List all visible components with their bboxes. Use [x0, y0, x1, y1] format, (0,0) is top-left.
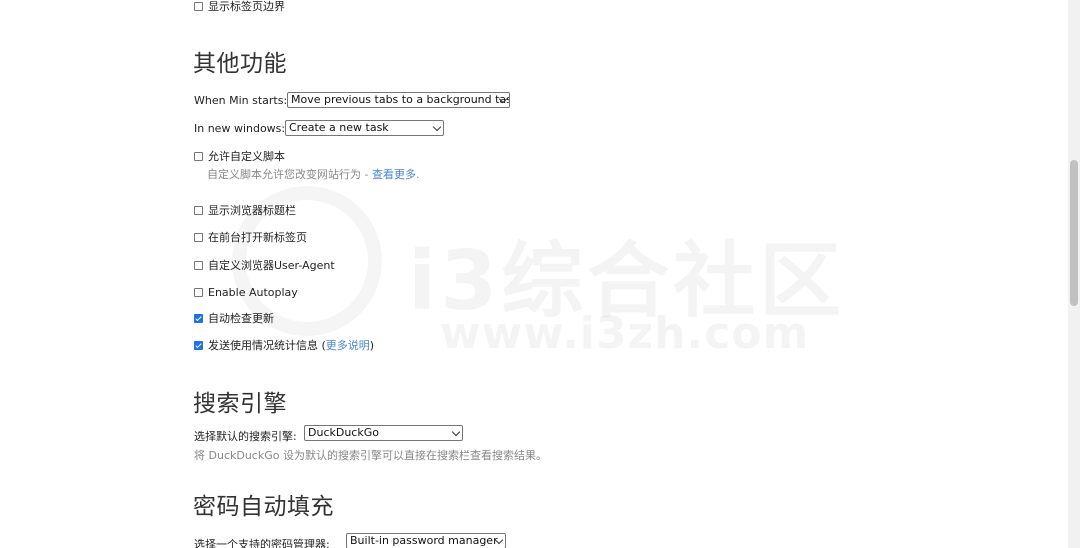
checkbox-box[interactable]: [194, 340, 203, 350]
checkbox-label: 自动检查更新: [208, 312, 274, 325]
checkbox-label: 在前台打开新标签页: [208, 231, 307, 244]
checkbox-box[interactable]: [194, 260, 203, 270]
checkbox-label-end: ): [369, 338, 375, 352]
description-end: .: [415, 168, 420, 181]
checkbox-label: 发送使用情况统计信息 (: [208, 339, 326, 352]
more-info-link[interactable]: 更多说明: [326, 337, 370, 353]
section-heading-search-engine: 搜索引擎: [193, 391, 287, 417]
custom-user-agent-checkbox[interactable]: 自定义浏览器User-Agent: [194, 257, 335, 273]
password-manager-select-value: Built-in password manager: [350, 534, 498, 547]
show-tab-borders-checkbox[interactable]: 显示标签页边界: [194, 0, 285, 14]
enable-autoplay-checkbox[interactable]: Enable Autoplay: [194, 284, 298, 300]
watermark-title: i3综合社区: [408, 214, 845, 333]
scrollbar-thumb[interactable]: [1070, 160, 1078, 306]
startup-label: When Min starts:: [194, 94, 288, 107]
password-manager-select[interactable]: Built-in password manager: [346, 533, 506, 548]
checkbox-box[interactable]: [194, 205, 203, 215]
new-window-label: In new windows:: [194, 122, 286, 135]
custom-script-description: 自定义脚本允许您改变网站行为 - 查看更多.: [207, 166, 419, 182]
chevron-down-icon: [451, 427, 461, 437]
search-engine-label: 选择默认的搜索引擎:: [194, 430, 297, 443]
vertical-scrollbar[interactable]: [1068, 0, 1080, 548]
learn-more-link[interactable]: 查看更多: [372, 168, 416, 181]
checkbox-label: 显示标签页边界: [208, 0, 285, 13]
description-text: 自定义脚本允许您改变网站行为 -: [207, 168, 372, 181]
checkbox-box[interactable]: [194, 287, 203, 297]
checkbox-box[interactable]: [194, 151, 203, 161]
new-window-select[interactable]: Create a new task: [285, 120, 444, 136]
auto-update-checkbox[interactable]: 自动检查更新: [194, 310, 274, 326]
checkbox-box[interactable]: [194, 1, 203, 11]
search-engine-select-value: DuckDuckGo: [308, 426, 379, 439]
checkbox-label: Enable Autoplay: [208, 285, 298, 299]
checkbox-label: 允许自定义脚本: [208, 150, 285, 163]
search-engine-description: 将 DuckDuckGo 设为默认的搜索引擎可以直接在搜索栏查看搜索结果。: [194, 449, 547, 462]
password-manager-label: 选择一个支持的密码管理器:: [194, 538, 330, 548]
section-heading-password-autofill: 密码自动填充: [193, 494, 334, 520]
section-heading-other-features: 其他功能: [193, 51, 287, 77]
chevron-down-icon: [432, 122, 442, 132]
checkbox-box[interactable]: [194, 313, 203, 323]
search-engine-select[interactable]: DuckDuckGo: [304, 425, 463, 441]
show-title-bar-checkbox[interactable]: 显示浏览器标题栏: [194, 202, 296, 218]
watermark-url: www.i3zh.com: [440, 308, 809, 359]
settings-page: i3综合社区 www.i3zh.com 显示标签页边界 其他功能 When Mi…: [0, 0, 1080, 548]
checkbox-label: 自定义浏览器User-Agent: [208, 259, 335, 272]
checkbox-label: 显示浏览器标题栏: [208, 204, 296, 217]
usage-stats-checkbox[interactable]: 发送使用情况统计信息 (更多说明): [194, 337, 374, 353]
custom-script-checkbox[interactable]: 允许自定义脚本: [194, 148, 285, 164]
new-window-select-value: Create a new task: [289, 121, 389, 134]
startup-select-value: Move previous tabs to a background task: [291, 93, 510, 106]
startup-select[interactable]: Move previous tabs to a background task: [287, 92, 510, 108]
open-tabs-foreground-checkbox[interactable]: 在前台打开新标签页: [194, 229, 307, 245]
checkbox-box[interactable]: [194, 232, 203, 242]
